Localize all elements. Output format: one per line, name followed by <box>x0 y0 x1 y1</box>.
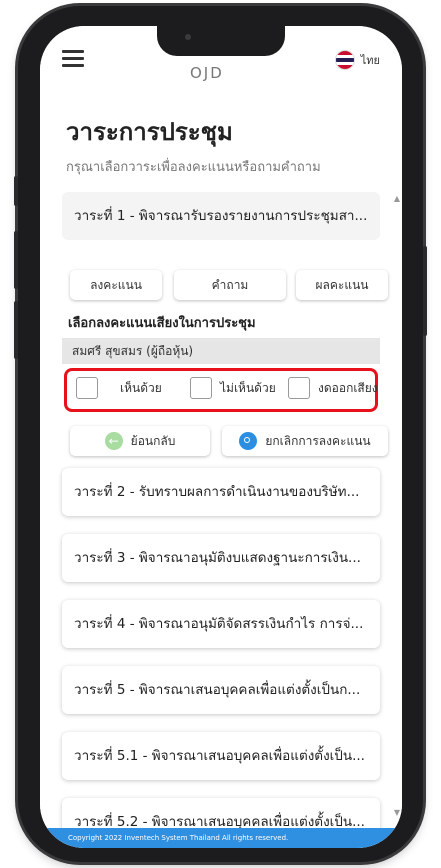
abstain-label: งดออกเสียง <box>318 380 378 395</box>
approve-label: เห็นด้วย <box>120 380 162 395</box>
main-content: วาระการประชุม กรุณาเลือกวาระเพื่อลงคะแนน… <box>40 90 402 848</box>
scroll-down-arrow-icon[interactable]: ▼ <box>394 808 400 817</box>
agenda-item-4[interactable]: วาระที่ 4 - พิจารณาอนุมัติจัดสรรเงินกำไร… <box>62 600 380 648</box>
scroll-up-arrow-icon[interactable]: ▲ <box>394 194 400 203</box>
arrow-left-icon: ← <box>104 432 123 450</box>
tab-question[interactable]: คำถาม <box>174 270 286 300</box>
agenda-item-2[interactable]: วาระที่ 2 - รับทราบผลการดำเนินงานของบริษ… <box>62 468 380 516</box>
tab-result[interactable]: ผลคะแนน <box>296 270 388 300</box>
hamburger-menu-icon[interactable] <box>62 50 84 67</box>
cancel-vote-button[interactable]: ยกเลิกการลงคะแนน <box>222 426 388 456</box>
thailand-flag-icon <box>334 50 355 70</box>
page-subtitle: กรุณาเลือกวาระเพื่อลงคะแนนหรือถามคำถาม <box>66 160 321 175</box>
cancel-vote-label: ยกเลิกการลงคะแนน <box>265 433 371 448</box>
power-button <box>423 246 427 336</box>
language-label: ไทย <box>360 54 380 67</box>
vote-section-label: เลือกลงคะแนนเสียงในการประชุม <box>68 316 256 331</box>
option-abstain[interactable]: งดออกเสียง <box>288 377 378 399</box>
footer: Copyright 2022 Inventech System Thailand… <box>40 828 402 848</box>
language-switcher[interactable]: ไทย <box>334 50 380 70</box>
disapprove-label: ไม่เห็นด้วย <box>220 380 276 395</box>
back-label: ย้อนกลับ <box>130 433 176 448</box>
notch <box>157 26 285 56</box>
app-screen: OJD ไทย วาระการประชุม กรุณาเลือกวาระเพื่… <box>40 26 402 848</box>
agenda-item-1[interactable]: วาระที่ 1 - พิจารณารับรองรายงานการประชุม… <box>62 192 380 240</box>
voter-name: สมศรี สุขสมร (ผู้ถือหุ้น) <box>62 338 380 364</box>
volume-down-button <box>14 301 18 359</box>
tab-vote[interactable]: ลงคะแนน <box>70 270 162 300</box>
agenda-item-5-1[interactable]: วาระที่ 5.1 - พิจารณาเสนอบุคคลเพื่อแต่งต… <box>62 732 380 780</box>
cancel-circle-icon <box>239 432 258 450</box>
option-disapprove[interactable]: ไม่เห็นด้วย <box>190 377 276 399</box>
agenda-item-5[interactable]: วาระที่ 5 - พิจารณาเสนอบุคคลเพื่อแต่งตั้… <box>62 666 380 714</box>
disapprove-checkbox[interactable] <box>190 377 212 399</box>
volume-up-button <box>14 231 18 289</box>
agenda-item-3[interactable]: วาระที่ 3 - พิจารณาอนุมัติงบแสดงฐานะการเ… <box>62 534 380 582</box>
page-title: วาระการประชุม <box>66 118 233 146</box>
mute-switch <box>14 176 18 206</box>
app-logo: OJD <box>190 64 224 82</box>
abstain-checkbox[interactable] <box>288 377 310 399</box>
option-approve[interactable]: เห็นด้วย <box>76 377 162 399</box>
back-button[interactable]: ← ย้อนกลับ <box>70 426 210 456</box>
approve-checkbox[interactable] <box>76 377 98 399</box>
